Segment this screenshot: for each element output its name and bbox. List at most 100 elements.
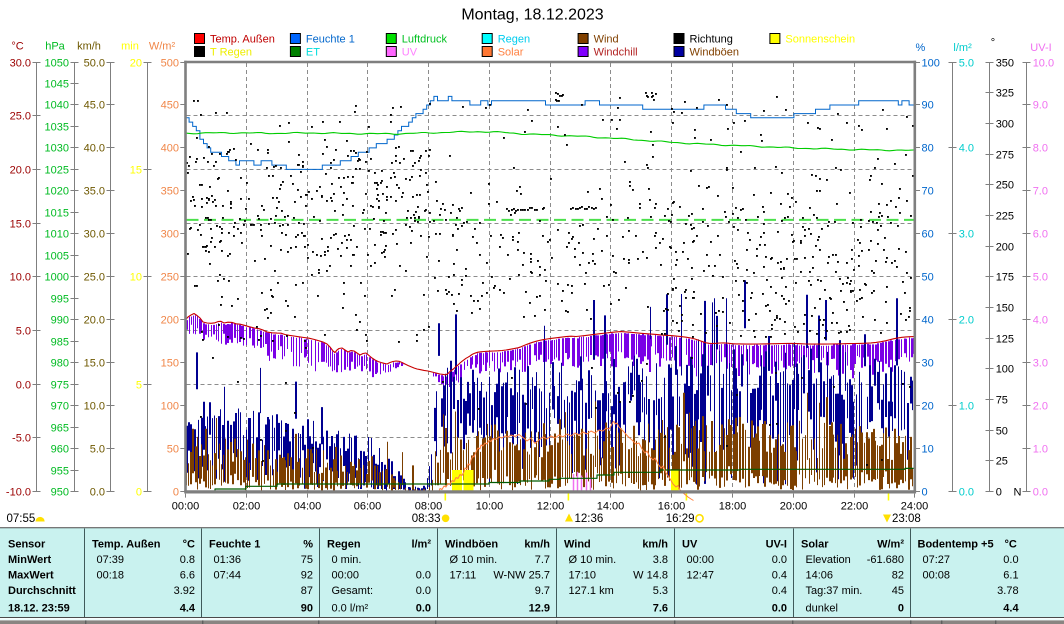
- svg-text:87: 87: [301, 585, 313, 597]
- svg-text:0: 0: [173, 486, 179, 498]
- svg-text:20: 20: [922, 400, 934, 412]
- svg-text:T Regen: T Regen: [210, 47, 252, 59]
- svg-text:0: 0: [136, 486, 142, 498]
- svg-text:10.0: 10.0: [1033, 57, 1054, 69]
- svg-text:80: 80: [922, 142, 934, 154]
- svg-text:45.0: 45.0: [84, 99, 105, 111]
- svg-text:1050: 1050: [45, 57, 69, 69]
- svg-text:980: 980: [51, 357, 69, 369]
- svg-text:995: 995: [51, 293, 69, 305]
- svg-text:10: 10: [922, 443, 934, 455]
- svg-text:22:00: 22:00: [841, 501, 869, 513]
- svg-text:Windböen: Windböen: [690, 47, 740, 59]
- svg-text:12:00: 12:00: [537, 501, 565, 513]
- svg-text:Solar: Solar: [801, 539, 829, 551]
- svg-text:1000: 1000: [45, 271, 69, 283]
- svg-text:1015: 1015: [45, 207, 69, 219]
- svg-text:955: 955: [51, 465, 69, 477]
- svg-text:40: 40: [922, 314, 934, 326]
- svg-text:N: N: [1014, 487, 1022, 499]
- svg-text:965: 965: [51, 422, 69, 434]
- svg-text:50: 50: [167, 443, 179, 455]
- svg-text:min: min: [121, 41, 139, 53]
- svg-text:1045: 1045: [45, 78, 69, 90]
- svg-text:20: 20: [130, 57, 142, 69]
- svg-text:500: 500: [161, 57, 179, 69]
- svg-text:125: 125: [996, 333, 1014, 345]
- svg-text:0: 0: [898, 603, 904, 615]
- svg-text:1.0: 1.0: [1033, 443, 1048, 455]
- svg-text:°C: °C: [183, 539, 195, 551]
- svg-text:Gesamt:: Gesamt:: [332, 585, 374, 597]
- svg-text:990: 990: [51, 314, 69, 326]
- svg-text:20.0: 20.0: [84, 314, 105, 326]
- svg-text:Montag, 18.12.2023: Montag, 18.12.2023: [461, 7, 603, 24]
- svg-text:250: 250: [996, 179, 1014, 191]
- svg-text:10:00: 10:00: [476, 501, 504, 513]
- svg-text:07:39: 07:39: [97, 554, 125, 566]
- svg-text:4.0: 4.0: [959, 142, 974, 154]
- svg-text:06:00: 06:00: [354, 501, 382, 513]
- svg-text:Temp. Außen: Temp. Außen: [92, 539, 161, 551]
- svg-text:225: 225: [996, 210, 1014, 222]
- svg-text:5.3: 5.3: [653, 585, 668, 597]
- svg-text:14:00: 14:00: [597, 501, 625, 513]
- svg-text:50: 50: [922, 271, 934, 283]
- svg-text:25.0: 25.0: [84, 271, 105, 283]
- svg-text:1010: 1010: [45, 228, 69, 240]
- svg-text:17:11: 17:11: [450, 570, 477, 582]
- svg-text:5: 5: [136, 379, 142, 391]
- svg-text:8.0: 8.0: [1033, 142, 1048, 154]
- svg-text:1030: 1030: [45, 142, 69, 154]
- svg-text:12.9: 12.9: [529, 603, 550, 615]
- svg-text:Feuchte 1: Feuchte 1: [209, 539, 260, 551]
- svg-text:°C: °C: [1005, 539, 1017, 551]
- svg-text:17:10: 17:10: [569, 570, 597, 582]
- svg-text:00:00: 00:00: [172, 501, 200, 513]
- svg-text:07:55: 07:55: [7, 513, 36, 525]
- svg-text:20:00: 20:00: [780, 501, 808, 513]
- svg-text:100: 100: [922, 57, 940, 69]
- svg-text:MaxWert: MaxWert: [8, 570, 54, 582]
- svg-text:24:00: 24:00: [901, 501, 929, 513]
- svg-text:350: 350: [161, 185, 179, 197]
- svg-text:0.0: 0.0: [772, 554, 787, 566]
- svg-text:0.0: 0.0: [772, 603, 787, 615]
- svg-text:08:33: 08:33: [412, 513, 441, 525]
- svg-text:01:36: 01:36: [214, 554, 242, 566]
- svg-text:3.78: 3.78: [997, 585, 1018, 597]
- svg-text:0.0: 0.0: [416, 585, 431, 597]
- svg-text:Wind: Wind: [564, 539, 591, 551]
- svg-text:l/m²: l/m²: [953, 42, 972, 54]
- svg-text:75: 75: [996, 394, 1008, 406]
- svg-text:100: 100: [161, 400, 179, 412]
- svg-text:Windböen: Windböen: [445, 539, 498, 551]
- svg-text:%: %: [303, 539, 313, 551]
- svg-text:950: 950: [51, 486, 69, 498]
- svg-text:45: 45: [892, 585, 904, 597]
- svg-text:UV-I: UV-I: [766, 539, 787, 551]
- svg-text:18.12. 23:59: 18.12. 23:59: [8, 603, 70, 615]
- svg-text:6.0: 6.0: [1033, 228, 1048, 240]
- svg-text:°C: °C: [11, 41, 23, 53]
- svg-text:00:00: 00:00: [687, 554, 715, 566]
- svg-text:W 14.8: W 14.8: [633, 570, 668, 582]
- svg-text:Solar: Solar: [498, 47, 524, 59]
- svg-text:975: 975: [51, 379, 69, 391]
- svg-text:Ø 10 min.: Ø 10 min.: [450, 554, 498, 566]
- svg-text:300: 300: [996, 118, 1014, 130]
- svg-text:1.0: 1.0: [959, 400, 974, 412]
- svg-text:00:08: 00:08: [923, 570, 951, 582]
- svg-text:90: 90: [301, 603, 313, 615]
- svg-text:70: 70: [922, 185, 934, 197]
- svg-text:82: 82: [892, 570, 904, 582]
- svg-text:12:36: 12:36: [575, 513, 604, 525]
- svg-text:60: 60: [922, 228, 934, 240]
- svg-text:90: 90: [922, 99, 934, 111]
- svg-text:9.0: 9.0: [1033, 99, 1048, 111]
- svg-text:30: 30: [922, 357, 934, 369]
- svg-text:04:00: 04:00: [294, 501, 322, 513]
- svg-text:75: 75: [301, 554, 313, 566]
- svg-text:5.0: 5.0: [90, 443, 105, 455]
- svg-text:16:29: 16:29: [666, 513, 695, 525]
